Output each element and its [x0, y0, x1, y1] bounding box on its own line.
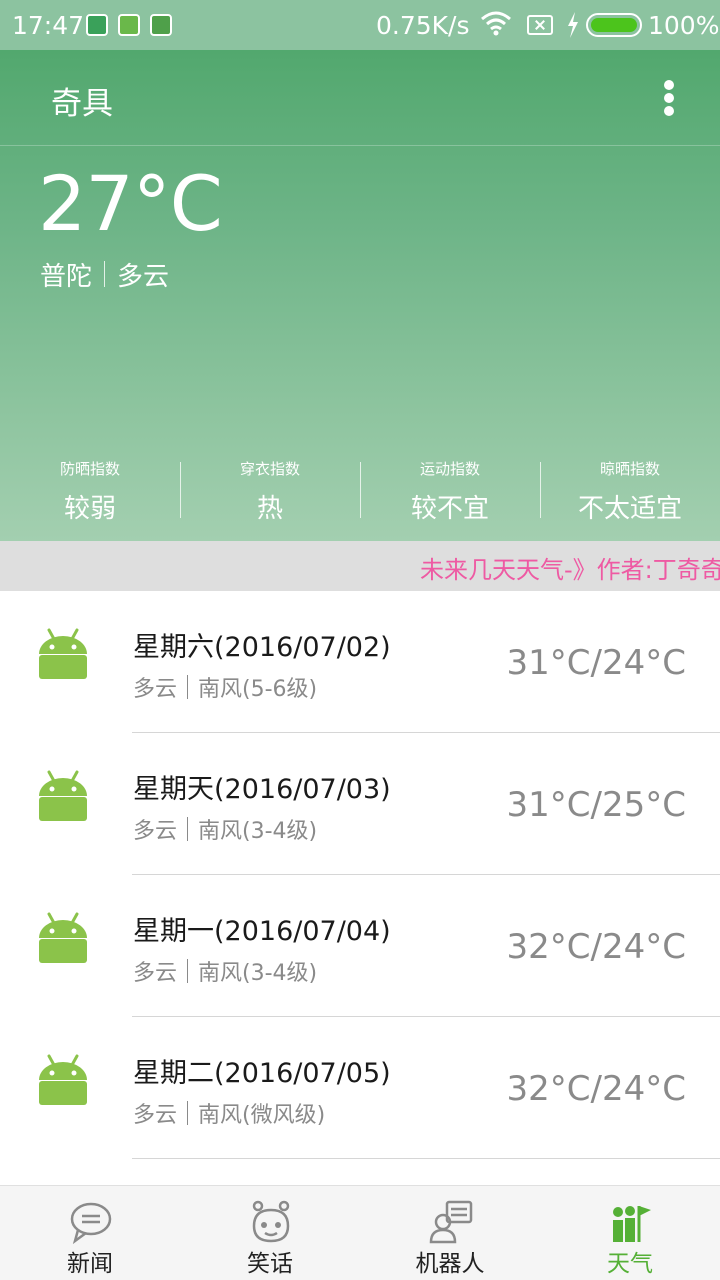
divider — [187, 1101, 189, 1125]
tab-label: 新闻 — [67, 1251, 113, 1277]
index-value: 较不宜 — [410, 494, 489, 524]
android-icon — [39, 1054, 87, 1105]
wifi-icon — [481, 11, 511, 36]
android-icon — [39, 770, 87, 821]
forecast-temp-range: 32°C/24°C — [506, 1069, 686, 1109]
index-label: 晾晒指数 — [599, 460, 660, 478]
list-item[interactable]: 星期天(2016/07/03) 多云 南风(3-4级) 31°C/25°C — [0, 733, 720, 875]
forecast-wind: 南风(3-4级) — [198, 961, 318, 986]
tab-label: 机器人 — [415, 1251, 485, 1277]
marquee-text: 未来几天天气-》作者:丁奇奇 — [420, 556, 720, 584]
forecast-temp-range: 31°C/25°C — [506, 785, 686, 825]
battery-saver-icon — [118, 14, 140, 36]
list-item[interactable]: 星期一(2016/07/04) 多云 南风(3-4级) 32°C/24°C — [0, 875, 720, 1017]
list-item[interactable]: 星期二(2016/07/05) 多云 南风(微风级) 32°C/24°C — [0, 1017, 720, 1159]
bottom-nav: 新闻 笑话 机器人 天气 — [0, 1185, 720, 1280]
forecast-desc: 多云 南风(3-4级) — [133, 813, 317, 845]
index-label: 防晒指数 — [59, 460, 120, 478]
index-value: 较弱 — [63, 494, 116, 524]
shield-icon — [86, 14, 108, 36]
index-clothing: 穿衣指数 热 — [180, 454, 360, 526]
index-value: 不太适宜 — [577, 494, 682, 524]
index-value: 热 — [256, 494, 283, 524]
tab-label: 笑话 — [247, 1251, 293, 1277]
divider — [187, 817, 189, 841]
forecast-condition: 多云 — [133, 819, 178, 844]
tab-label: 天气 — [607, 1251, 653, 1277]
forecast-temp-range: 31°C/24°C — [506, 643, 686, 683]
forecast-wind: 南风(3-4级) — [198, 819, 318, 844]
forecast-condition: 多云 — [133, 677, 178, 702]
battery-percent: 100% — [648, 11, 720, 40]
divider — [104, 261, 106, 287]
location-row: 普陀 多云 — [40, 258, 170, 292]
status-time: 17:47 — [12, 11, 85, 40]
forecast-condition: 多云 — [133, 961, 178, 986]
robot-face-icon — [252, 1200, 290, 1243]
android-icon — [39, 628, 87, 679]
current-temperature: 27°C — [38, 159, 223, 248]
index-drying: 晾晒指数 不太适宜 — [540, 454, 720, 526]
weather-header: 奇具 27°C 普陀 多云 防晒指数 较弱 穿衣指数 热 运动指数 较不宜 晾晒… — [0, 50, 720, 541]
network-speed: 0.75K/s — [376, 11, 470, 40]
toolbar: 奇具 — [0, 50, 720, 146]
person-card-icon — [429, 1200, 473, 1244]
divider — [187, 675, 189, 699]
forecast-date: 星期二(2016/07/05) — [133, 1058, 391, 1089]
forecast-desc: 多云 南风(5-6级) — [133, 671, 317, 703]
index-sport: 运动指数 较不宜 — [360, 454, 540, 526]
forecast-desc: 多云 南风(微风级) — [133, 1097, 325, 1129]
forecast-list[interactable]: 星期六(2016/07/02) 多云 南风(5-6级) 31°C/24°C 星期… — [0, 591, 720, 1159]
index-sunscreen: 防晒指数 较弱 — [0, 454, 180, 526]
tab-news[interactable]: 新闻 — [0, 1186, 180, 1280]
forecast-date: 星期六(2016/07/02) — [133, 632, 391, 663]
android-icon — [39, 912, 87, 963]
forecast-wind: 南风(微风级) — [198, 1103, 326, 1128]
list-item[interactable]: 星期六(2016/07/02) 多云 南风(5-6级) 31°C/24°C — [0, 591, 720, 733]
forecast-desc: 多云 南风(3-4级) — [133, 955, 317, 987]
no-sim-icon — [527, 15, 553, 35]
forecast-marquee: 未来几天天气-》作者:丁奇奇 — [0, 541, 720, 591]
divider — [187, 959, 189, 983]
forecast-date: 星期一(2016/07/04) — [133, 916, 391, 947]
more-vertical-icon[interactable] — [652, 76, 686, 120]
row-divider — [132, 1158, 720, 1159]
tab-jokes[interactable]: 笑话 — [180, 1186, 360, 1280]
tab-weather[interactable]: 天气 — [540, 1186, 720, 1280]
life-indices: 防晒指数 较弱 穿衣指数 热 运动指数 较不宜 晾晒指数 不太适宜 — [0, 454, 720, 526]
city-name: 普陀 — [40, 261, 93, 292]
battery-icon — [586, 13, 642, 37]
index-label: 运动指数 — [419, 460, 480, 478]
forecast-condition: 多云 — [133, 1103, 178, 1128]
current-condition: 多云 — [117, 261, 170, 292]
forecast-wind: 南风(5-6级) — [198, 677, 318, 702]
app-title: 奇具 — [51, 86, 113, 122]
cat-app-icon — [150, 14, 172, 36]
chat-bubble-icon — [70, 1202, 112, 1244]
charging-bolt-icon — [568, 12, 578, 38]
weather-flag-icon — [613, 1206, 651, 1242]
status-bar: 17:47 0.75K/s 100% — [0, 0, 720, 50]
forecast-date: 星期天(2016/07/03) — [133, 774, 391, 805]
forecast-temp-range: 32°C/24°C — [506, 927, 686, 967]
index-label: 穿衣指数 — [239, 460, 300, 478]
tab-robot[interactable]: 机器人 — [360, 1186, 540, 1280]
